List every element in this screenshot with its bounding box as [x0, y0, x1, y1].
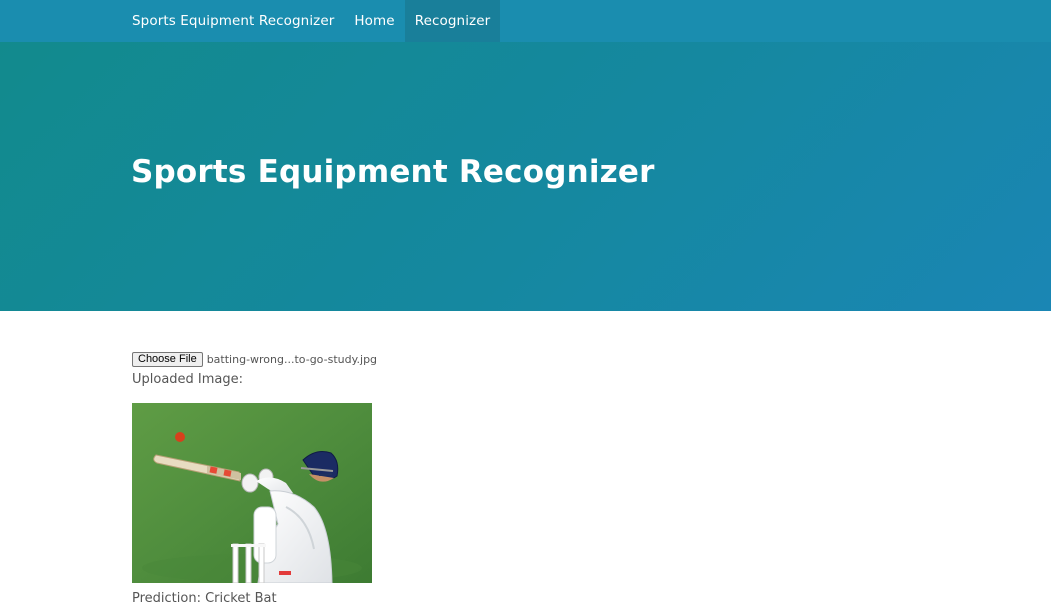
navbar-brand[interactable]: Sports Equipment Recognizer — [122, 0, 344, 42]
page-title: Sports Equipment Recognizer — [131, 154, 655, 190]
uploaded-image — [132, 403, 372, 583]
cricket-photo — [132, 403, 372, 583]
prediction-result: Prediction: Cricket Bat — [132, 591, 277, 606]
nav-item-home[interactable]: Home — [344, 0, 404, 42]
file-upload-control: Choose File batting-wrong...to-go-study.… — [132, 352, 932, 367]
recognizer-content: Choose File batting-wrong...to-go-study.… — [132, 352, 932, 607]
top-navbar: Sports Equipment Recognizer Home Recogni… — [0, 0, 1051, 42]
selected-file-name: batting-wrong...to-go-study.jpg — [206, 353, 378, 366]
nav-item-recognizer[interactable]: Recognizer — [404, 0, 501, 42]
hero-banner: Sports Equipment Recognizer — [0, 42, 1051, 311]
cricket-ball — [175, 432, 185, 442]
choose-file-button[interactable]: Choose File — [132, 352, 203, 367]
uploaded-image-label: Uploaded Image: — [132, 372, 244, 387]
